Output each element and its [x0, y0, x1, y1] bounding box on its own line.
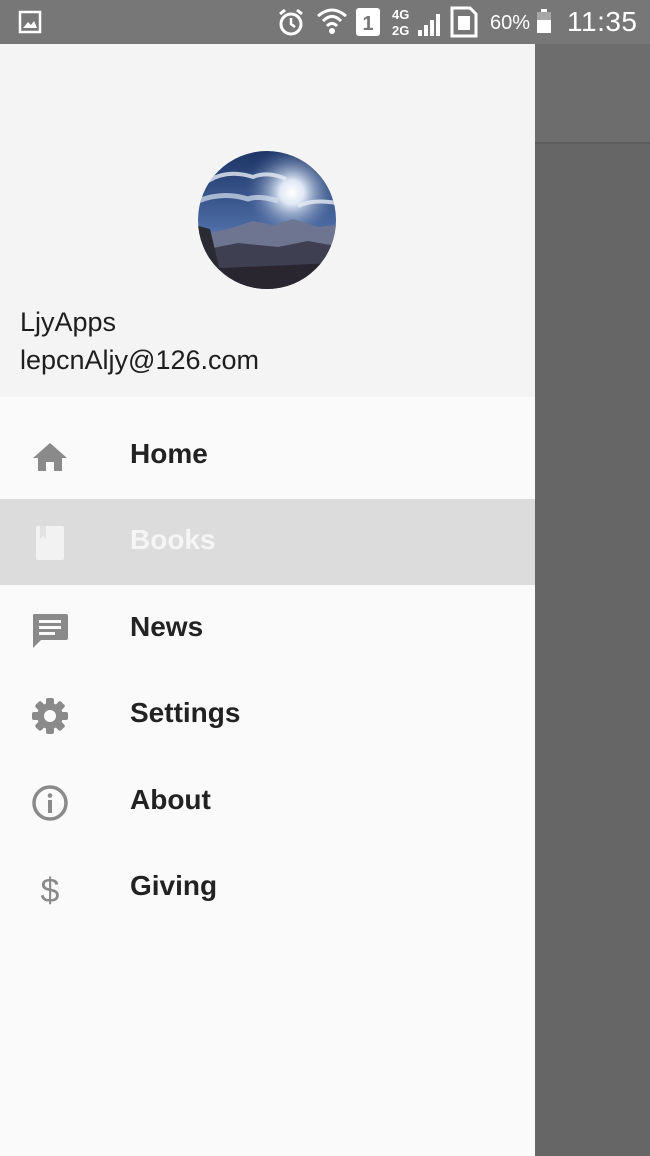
menu-label-news: News [130, 611, 204, 642]
menu-label-settings: Settings [130, 697, 241, 728]
gear-icon [32, 698, 68, 734]
status-icons: 1 4G 2G [279, 6, 478, 38]
menu-label-about: About [130, 784, 211, 815]
svg-text:$: $ [41, 872, 60, 909]
status-bar: 1 4G 2G 60% 11:35 [0, 0, 650, 44]
menu-item-giving[interactable]: $ Giving [0, 845, 535, 931]
menu-label-giving: Giving [130, 870, 218, 901]
dollar-icon: $ [41, 872, 60, 909]
sim-card-icon [450, 6, 478, 38]
background-toolbar[interactable] [535, 44, 650, 144]
book-icon [36, 526, 64, 560]
svg-text:4G: 4G [392, 7, 409, 22]
menu-item-about[interactable]: About [0, 759, 535, 845]
menu-item-books[interactable]: Books [0, 499, 535, 585]
svg-text:1: 1 [362, 13, 373, 35]
gallery-notification-icon [18, 10, 42, 34]
alarm-icon [279, 8, 303, 36]
signal-icon: 4G 2G [392, 7, 440, 38]
sim-icon: 1 [356, 8, 380, 36]
menu-label-home: Home [130, 438, 208, 469]
menu-item-settings[interactable]: Settings [0, 672, 535, 758]
navigation-drawer: LjyApps lepcnAljy@126.com Home Books New… [0, 44, 535, 1156]
menu-label-books: Books [130, 524, 216, 555]
drawer-scrim[interactable] [535, 146, 650, 1156]
home-icon [33, 443, 67, 471]
battery-icon [537, 9, 551, 33]
drawer-header: LjyApps lepcnAljy@126.com [0, 44, 535, 397]
battery-percent: 60% [490, 12, 531, 34]
menu-item-news[interactable]: News [0, 586, 535, 672]
avatar[interactable] [198, 151, 336, 289]
svg-text:2G: 2G [392, 23, 409, 38]
chat-icon [33, 614, 68, 648]
wifi-icon [317, 8, 347, 34]
clock: 11:35 [567, 6, 638, 37]
info-icon [32, 785, 68, 821]
user-name: LjyApps [20, 307, 117, 337]
menu-item-home[interactable]: Home [0, 413, 535, 499]
user-email: lepcnAljy@126.com [20, 345, 260, 375]
